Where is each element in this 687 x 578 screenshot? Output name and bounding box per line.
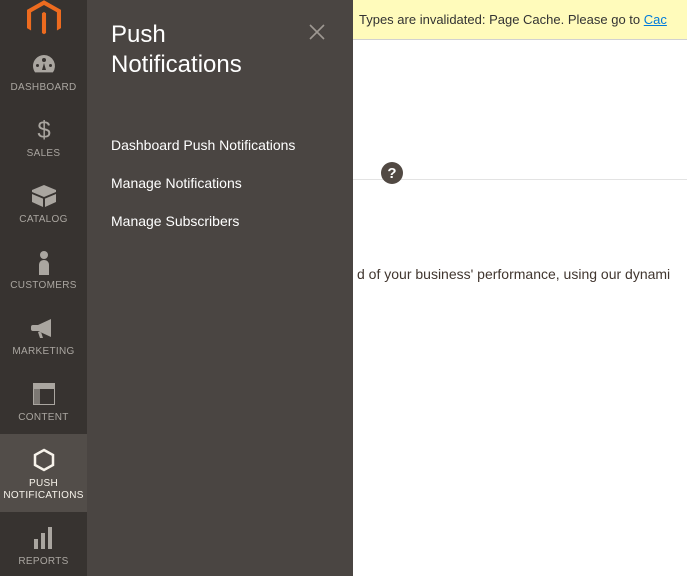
close-icon	[309, 24, 325, 40]
sidebar-item-content[interactable]: CONTENT	[0, 368, 87, 434]
flyout-header: Push Notifications	[111, 20, 329, 80]
page-header-area: ?	[353, 40, 687, 180]
svg-text:$: $	[37, 117, 50, 143]
sidebar-label: CONTENT	[18, 412, 68, 424]
sidebar-label: MARKETING	[12, 346, 74, 358]
flyout-item-manage-notifications[interactable]: Manage Notifications	[111, 164, 329, 202]
bars-icon	[33, 524, 55, 552]
sidebar-label: PUSH NOTIFICATIONS	[3, 478, 83, 502]
sidebar-label: CUSTOMERS	[10, 280, 76, 292]
system-message-banner: Types are invalidated: Page Cache. Pleas…	[353, 0, 687, 40]
magento-logo-icon	[27, 0, 61, 38]
help-icon[interactable]: ?	[381, 162, 403, 184]
sidebar-item-sales[interactable]: $ SALES	[0, 104, 87, 170]
flyout-item-manage-subscribers[interactable]: Manage Subscribers	[111, 202, 329, 240]
sidebar-item-marketing[interactable]: MARKETING	[0, 302, 87, 368]
admin-sidebar: DASHBOARD $ SALES CATALOG CUSTOMERS MARK…	[0, 0, 87, 576]
sidebar-label: DASHBOARD	[10, 82, 76, 94]
sidebar-item-reports[interactable]: REPORTS	[0, 512, 87, 578]
box-icon	[32, 182, 56, 210]
sidebar-item-customers[interactable]: CUSTOMERS	[0, 236, 87, 302]
flyout-menu: Dashboard Push Notifications Manage Noti…	[111, 126, 329, 240]
magento-logo[interactable]	[0, 0, 87, 38]
layout-icon	[33, 380, 55, 408]
sidebar-label: CATALOG	[19, 214, 67, 226]
gauge-icon	[31, 50, 57, 78]
sidebar-item-dashboard[interactable]: DASHBOARD	[0, 38, 87, 104]
hexagon-icon	[32, 446, 56, 474]
megaphone-icon	[31, 314, 57, 342]
sidebar-item-push-notifications[interactable]: PUSH NOTIFICATIONS	[0, 434, 87, 512]
main-content: Types are invalidated: Page Cache. Pleas…	[353, 0, 687, 576]
flyout-title: Push Notifications	[111, 20, 291, 80]
sidebar-item-catalog[interactable]: CATALOG	[0, 170, 87, 236]
dollar-icon: $	[36, 116, 52, 144]
body-text: d of your business' performance, using o…	[353, 180, 687, 282]
close-button[interactable]	[305, 20, 329, 44]
banner-link[interactable]: Cac	[644, 12, 667, 27]
sidebar-label: REPORTS	[18, 556, 68, 568]
flyout-item-dashboard-push[interactable]: Dashboard Push Notifications	[111, 126, 329, 164]
sidebar-label: SALES	[27, 148, 61, 160]
flyout-panel: Push Notifications Dashboard Push Notifi…	[87, 0, 353, 576]
banner-text: Types are invalidated: Page Cache. Pleas…	[359, 12, 644, 27]
person-icon	[36, 248, 52, 276]
